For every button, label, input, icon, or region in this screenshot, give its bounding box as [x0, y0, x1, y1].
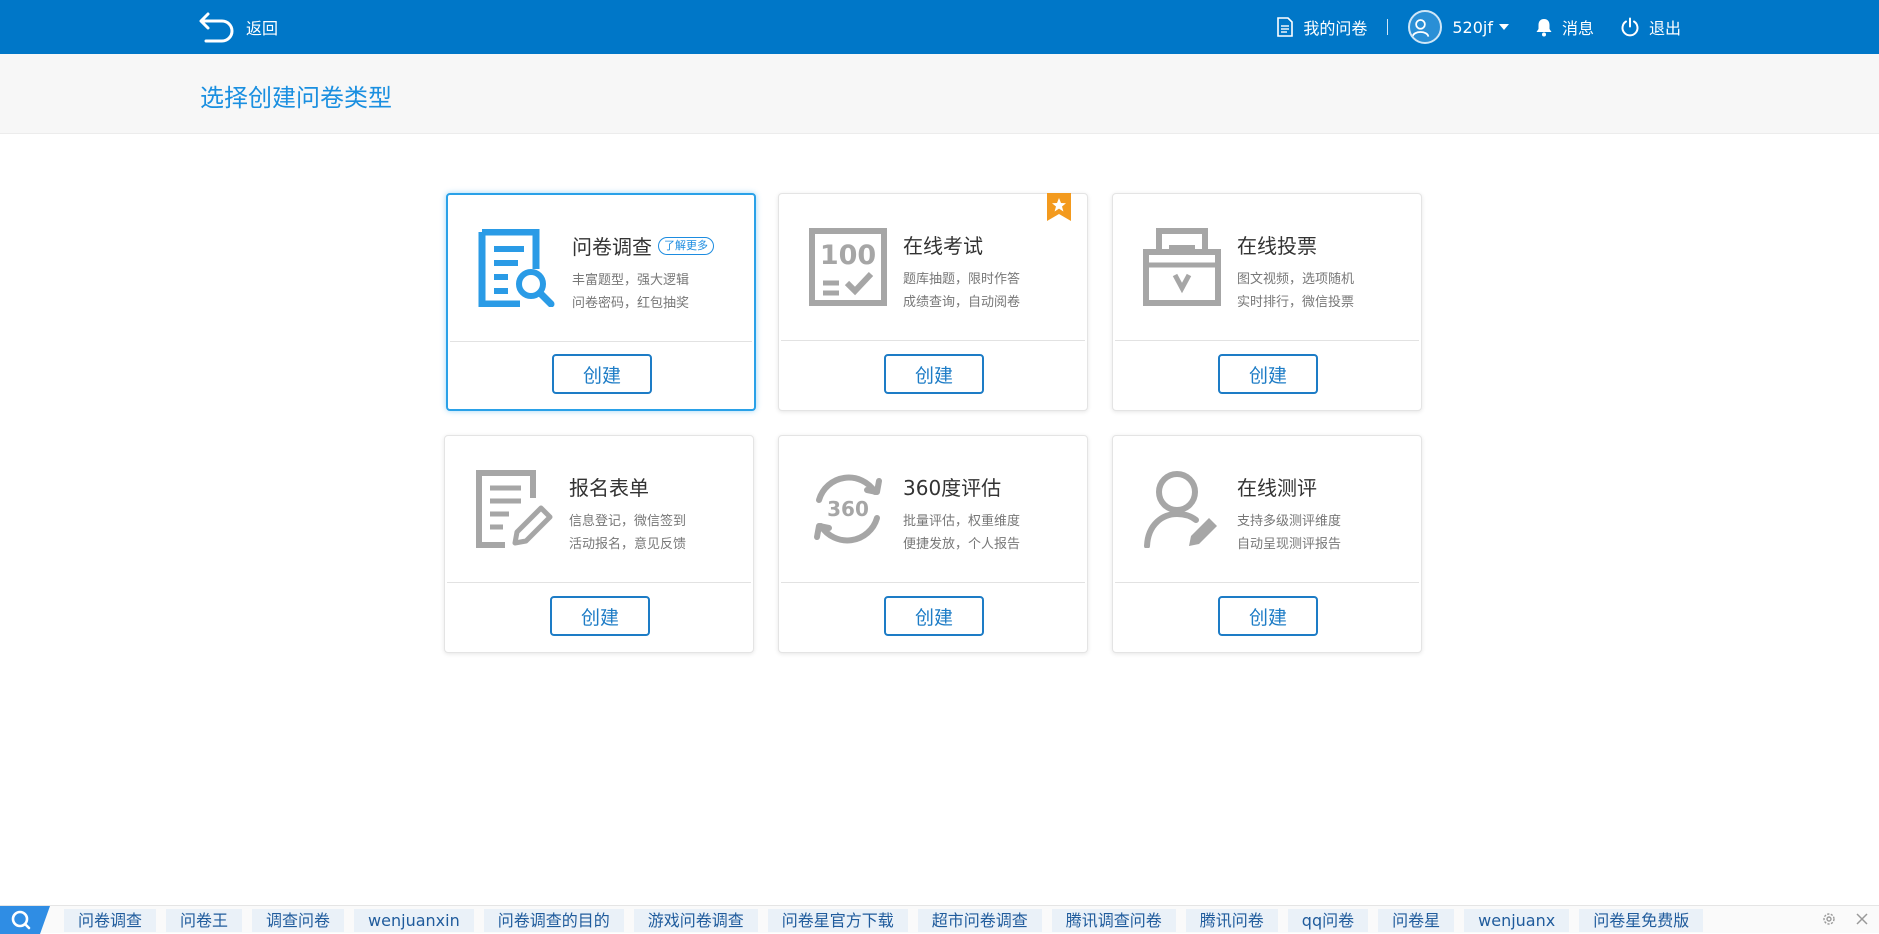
card-vote[interactable]: 在线投票 图文视频，选项随机 实时排行，微信投票 创建 — [1112, 193, 1422, 411]
svg-text:360: 360 — [827, 497, 869, 521]
close-icon[interactable] — [1855, 912, 1869, 926]
card-desc-line1: 支持多级测评维度 — [1237, 514, 1342, 529]
create-survey-button[interactable]: 创建 — [552, 354, 652, 394]
my-surveys-label: 我的问卷 — [1303, 19, 1368, 38]
card-desc-line1: 图文视频，选项随机 — [1237, 272, 1355, 287]
ballot-box-icon — [1143, 228, 1221, 306]
search-link[interactable]: 游戏问卷调查 — [633, 909, 758, 932]
messages-link[interactable]: 消息 — [1535, 15, 1594, 39]
svg-text:100: 100 — [820, 240, 876, 271]
card-divider — [1115, 582, 1419, 583]
gear-icon[interactable] — [1821, 911, 1837, 927]
card-title: 问卷调查 了解更多 — [572, 231, 714, 260]
card-form[interactable]: 报名表单 信息登记，微信签到 活动报名，意见反馈 创建 — [444, 435, 754, 653]
user-menu-area: 我的问卷 520jf 消息 退出 — [1276, 0, 1681, 54]
logout-label: 退出 — [1648, 19, 1681, 38]
search-link[interactable]: wenjuanxin — [354, 909, 474, 932]
card-desc-line1: 丰富题型，强大逻辑 — [572, 273, 690, 288]
create-360-button[interactable]: 创建 — [884, 596, 984, 636]
search-link[interactable]: qq问卷 — [1287, 909, 1369, 932]
form-edit-icon — [476, 470, 553, 548]
card-title-text: 问卷调查 — [572, 235, 652, 259]
create-assessment-button[interactable]: 创建 — [1218, 596, 1318, 636]
card-divider — [781, 340, 1085, 341]
card-survey[interactable]: 问卷调查 了解更多 丰富题型，强大逻辑 问卷密码，红包抽奖 创建 — [446, 193, 756, 411]
page-header: 选择创建问卷类型 — [0, 54, 1879, 134]
learn-more-badge[interactable]: 了解更多 — [658, 236, 714, 255]
card-divider — [447, 582, 751, 583]
hot-search-links: 问卷调查 问卷王 调查问卷 wenjuanxin 问卷调查的目的 游戏问卷调查 … — [64, 909, 1713, 932]
card-360-evaluation[interactable]: 360 360度评估 批量评估，权重维度 便捷发放，个人报告 创建 — [778, 435, 1088, 653]
card-title: 在线投票 — [1237, 234, 1317, 258]
chevron-down-icon — [1498, 24, 1509, 30]
search-link[interactable]: 腾讯调查问卷 — [1051, 909, 1176, 932]
bottom-bar-tools — [1803, 911, 1869, 927]
card-title: 在线考试 — [903, 234, 983, 258]
card-divider — [450, 341, 752, 342]
search-link[interactable]: 问卷星官方下载 — [767, 909, 908, 932]
document-icon — [1277, 17, 1294, 37]
card-desc-line2: 便捷发放，个人报告 — [903, 537, 1021, 552]
card-title: 报名表单 — [569, 476, 649, 500]
create-form-button[interactable]: 创建 — [550, 596, 650, 636]
search-link[interactable]: wenjuanx — [1464, 909, 1570, 932]
card-exam[interactable]: 100 在线考试 题库抽题，限时作答 成绩查询，自动阅卷 创建 — [778, 193, 1088, 411]
user-dropdown[interactable]: 520jf — [1408, 10, 1535, 44]
exam-100-icon: 100 — [809, 228, 887, 306]
search-link[interactable]: 问卷星免费版 — [1579, 909, 1704, 932]
person-edit-icon — [1144, 471, 1217, 548]
card-desc-line2: 自动呈现测评报告 — [1237, 537, 1342, 552]
my-surveys-link[interactable]: 我的问卷 — [1276, 15, 1367, 39]
divider — [1387, 19, 1389, 35]
search-link[interactable]: 问卷星 — [1378, 909, 1455, 932]
search-link[interactable]: 问卷王 — [166, 909, 243, 932]
card-desc-line1: 信息登记，微信签到 — [569, 514, 687, 529]
avatar — [1408, 10, 1443, 44]
card-title: 360度评估 — [903, 476, 1002, 500]
username: 520jf — [1452, 17, 1493, 37]
back-label: 返回 — [246, 19, 279, 38]
user-avatar-icon — [1412, 19, 1430, 37]
logout-link[interactable]: 退出 — [1620, 15, 1681, 39]
bottom-search-bar: 问卷调查 问卷王 调查问卷 wenjuanxin 问卷调查的目的 游戏问卷调查 … — [0, 905, 1879, 934]
back-button[interactable]: 返回 — [198, 12, 279, 43]
search-link[interactable]: 超市问卷调查 — [917, 909, 1042, 932]
create-exam-button[interactable]: 创建 — [884, 354, 984, 394]
search-icon[interactable] — [0, 906, 50, 934]
power-icon — [1621, 17, 1639, 37]
survey-search-icon — [478, 229, 555, 307]
card-divider — [781, 582, 1085, 583]
card-assessment[interactable]: 在线测评 支持多级测评维度 自动呈现测评报告 创建 — [1112, 435, 1422, 653]
card-desc-line2: 活动报名，意见反馈 — [569, 537, 687, 552]
create-vote-button[interactable]: 创建 — [1218, 354, 1318, 394]
page-title: 选择创建问卷类型 — [200, 84, 392, 112]
search-link[interactable]: 问卷调查 — [64, 909, 157, 932]
search-link[interactable]: 调查问卷 — [252, 909, 345, 932]
bell-icon — [1536, 19, 1552, 37]
card-divider — [1115, 340, 1419, 341]
messages-label: 消息 — [1561, 19, 1594, 38]
card-desc-line2: 实时排行，微信投票 — [1237, 295, 1355, 310]
card-desc-line2: 成绩查询，自动阅卷 — [903, 295, 1021, 310]
search-link[interactable]: 腾讯问卷 — [1185, 909, 1278, 932]
search-link[interactable]: 问卷调查的目的 — [483, 909, 624, 932]
card-desc-line2: 问卷密码，红包抽奖 — [572, 296, 690, 311]
star-ribbon-icon — [1047, 193, 1071, 221]
back-arrow-icon — [199, 12, 234, 43]
card-title: 在线测评 — [1237, 476, 1317, 500]
rotate-360-icon: 360 — [814, 474, 882, 544]
card-desc-line1: 批量评估，权重维度 — [903, 514, 1021, 529]
top-navigation-bar: 返回 我的问卷 520jf 消息 退出 — [0, 0, 1879, 54]
card-desc-line1: 题库抽题，限时作答 — [903, 272, 1021, 287]
